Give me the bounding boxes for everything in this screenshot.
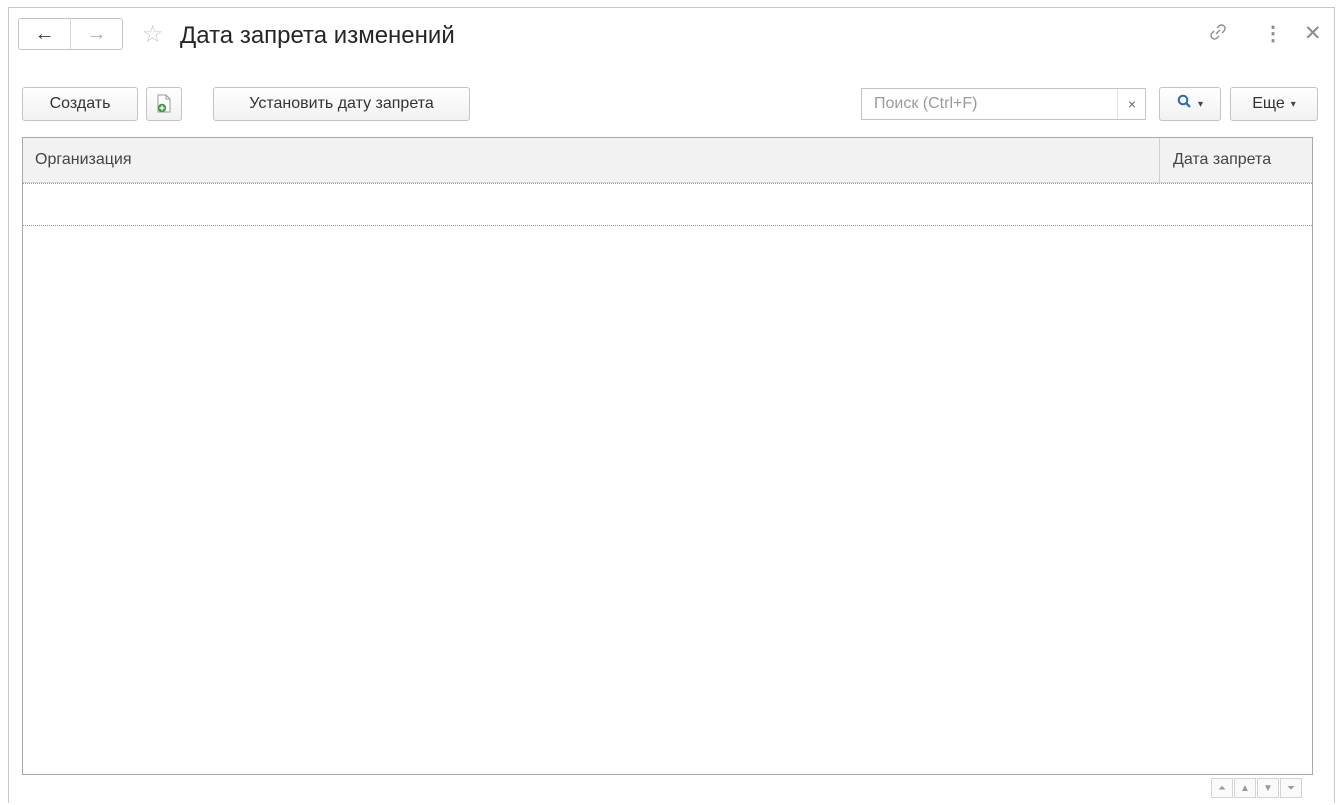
link-icon[interactable]	[1208, 22, 1228, 49]
magnifier-graphic	[1177, 94, 1191, 108]
search-button[interactable]: ▾	[1159, 87, 1221, 121]
lock-dates-table[interactable]: Организация Дата запрета	[22, 137, 1313, 775]
chevron-down-icon: ▾	[1290, 98, 1296, 110]
search-input[interactable]	[861, 88, 1146, 120]
more-actions-label: Еще	[1252, 95, 1285, 112]
last-page-icon: ⏷	[1287, 782, 1295, 794]
more-vertical-icon[interactable]: ⋮	[1263, 22, 1283, 46]
column-header-lock-date[interactable]: Дата запрета	[1173, 138, 1271, 182]
link-icon-graphic	[1210, 24, 1226, 40]
forward-button[interactable]: →	[71, 19, 122, 49]
arrow-right-icon: →	[86, 22, 107, 45]
page-title: Дата запрета изменений	[180, 22, 455, 49]
set-lock-date-button[interactable]: Установить дату запрета	[213, 87, 470, 121]
up-arrow-icon: ▲	[1240, 782, 1250, 794]
navigation-buttons: ← →	[18, 18, 123, 50]
column-divider[interactable]	[1159, 138, 1160, 182]
first-page-icon: ⏶	[1218, 782, 1226, 794]
scroll-down-button[interactable]: ▼	[1257, 778, 1279, 798]
down-arrow-icon: ▼	[1263, 782, 1273, 794]
scroll-to-last-button[interactable]: ⏷	[1280, 778, 1302, 798]
search-icon	[1177, 94, 1192, 114]
chevron-down-icon: ▾	[1197, 98, 1204, 110]
arrow-left-icon: ←	[34, 22, 55, 45]
close-icon[interactable]: ✕	[1304, 22, 1322, 46]
table-row-empty-selected[interactable]	[23, 183, 1312, 226]
clear-search-icon[interactable]: ×	[1117, 89, 1146, 119]
favorite-star-icon[interactable]: ☆	[142, 21, 164, 49]
set-lock-date-label: Установить дату запрета	[249, 95, 434, 112]
scroll-to-first-button[interactable]: ⏶	[1211, 778, 1233, 798]
copy-document-icon	[157, 94, 171, 113]
create-button[interactable]: Создать	[22, 87, 138, 121]
more-actions-button[interactable]: Еще ▾	[1230, 87, 1318, 121]
scroll-up-button[interactable]: ▲	[1234, 778, 1256, 798]
table-header: Организация Дата запрета	[23, 138, 1312, 183]
create-button-label: Создать	[49, 95, 111, 112]
back-button[interactable]: ←	[19, 19, 71, 49]
copy-button[interactable]	[146, 87, 182, 121]
column-header-organization[interactable]: Организация	[35, 138, 132, 182]
